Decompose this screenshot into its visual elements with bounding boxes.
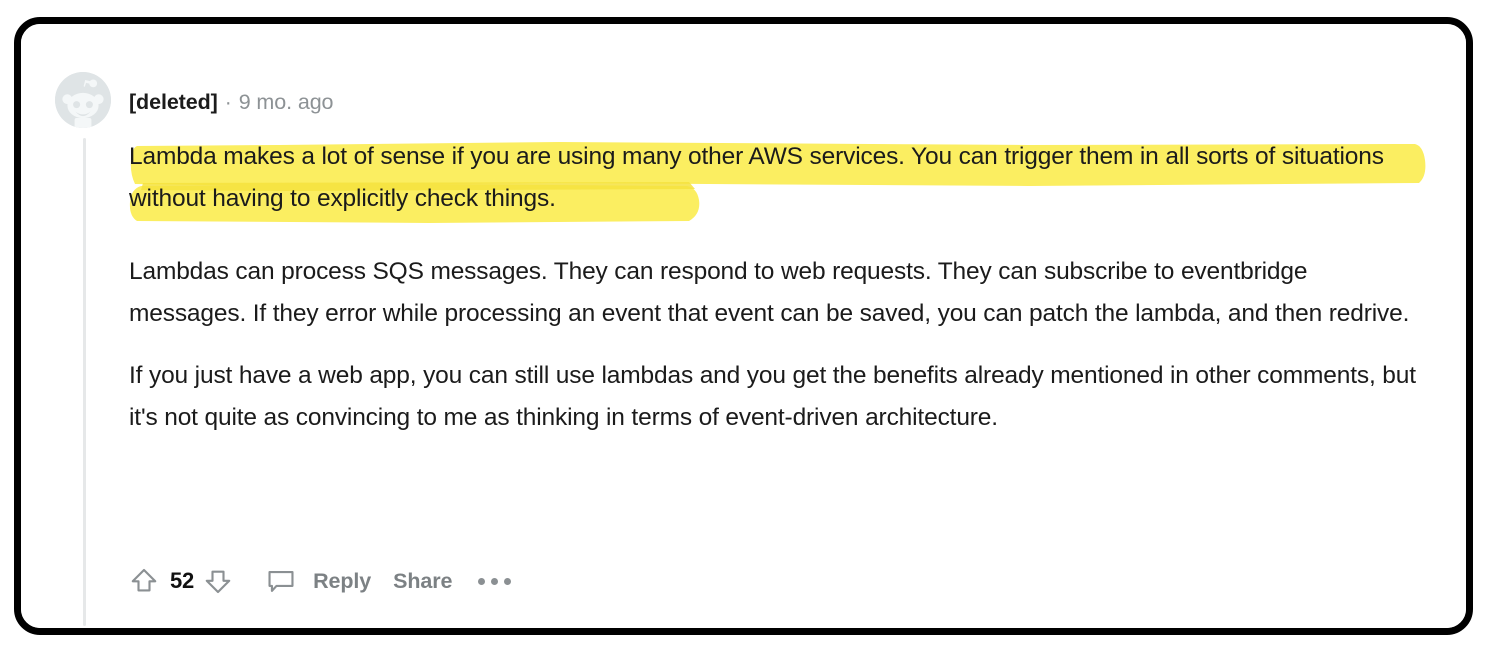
paragraph-line: patch the lambda, and then redrive.: [1029, 299, 1410, 327]
downvote-button[interactable]: [203, 566, 233, 596]
screenshot-frame: [deleted] · 9 mo. ago Lambda makes a lot: [14, 17, 1473, 635]
highlighted-paragraph: Lambda makes a lot of sense if you are u…: [129, 136, 1426, 223]
paragraph-3: If you just have a web app, you can stil…: [129, 355, 1425, 438]
comment-author[interactable]: [deleted]: [129, 90, 218, 115]
comment-header: [deleted] · 9 mo. ago: [129, 90, 334, 116]
share-button[interactable]: Share: [393, 569, 452, 594]
reddit-snoo-avatar-icon: [55, 72, 111, 128]
upvote-button[interactable]: [129, 566, 159, 596]
paragraph-line: architecture.: [865, 403, 998, 431]
speech-bubble-icon: [268, 571, 294, 592]
reply-button[interactable]: [265, 565, 297, 597]
paragraph-2: Lambdas can process SQS messages. They c…: [129, 251, 1425, 334]
paragraph-line: If you just have a web app, you can stil…: [129, 362, 1164, 389]
reply-label[interactable]: Reply: [313, 569, 371, 594]
ellipsis-dot: [478, 577, 486, 585]
paragraph-line: Lambdas can process SQS messages. They c…: [129, 258, 1175, 285]
more-options-button[interactable]: [478, 577, 512, 585]
paragraph-line-group: Lambda makes a lot of sense if you are u…: [129, 136, 1425, 219]
vote-group: 52: [129, 566, 233, 596]
upvote-arrow-icon: [131, 568, 157, 592]
downvote-arrow-icon: [205, 570, 231, 594]
ellipsis-dot: [491, 577, 499, 585]
avatar[interactable]: [55, 72, 111, 128]
thread-line[interactable]: [83, 138, 86, 626]
reddit-comment: [deleted] · 9 mo. ago Lambda makes a lot: [21, 24, 1466, 628]
vote-count: 52: [170, 568, 195, 593]
highlighted-paragraph-text: Lambda makes a lot of sense if you are u…: [129, 136, 1425, 219]
comment-timestamp: 9 mo. ago: [238, 90, 334, 114]
paragraph-line: Lambda makes a lot of sense if you are u…: [129, 143, 1159, 170]
comment-action-bar: 52 Reply Share: [129, 561, 512, 601]
ellipsis-dot: [504, 577, 512, 585]
header-separator: ·: [224, 91, 232, 114]
comment-body: Lambda makes a lot of sense if you are u…: [129, 136, 1426, 438]
